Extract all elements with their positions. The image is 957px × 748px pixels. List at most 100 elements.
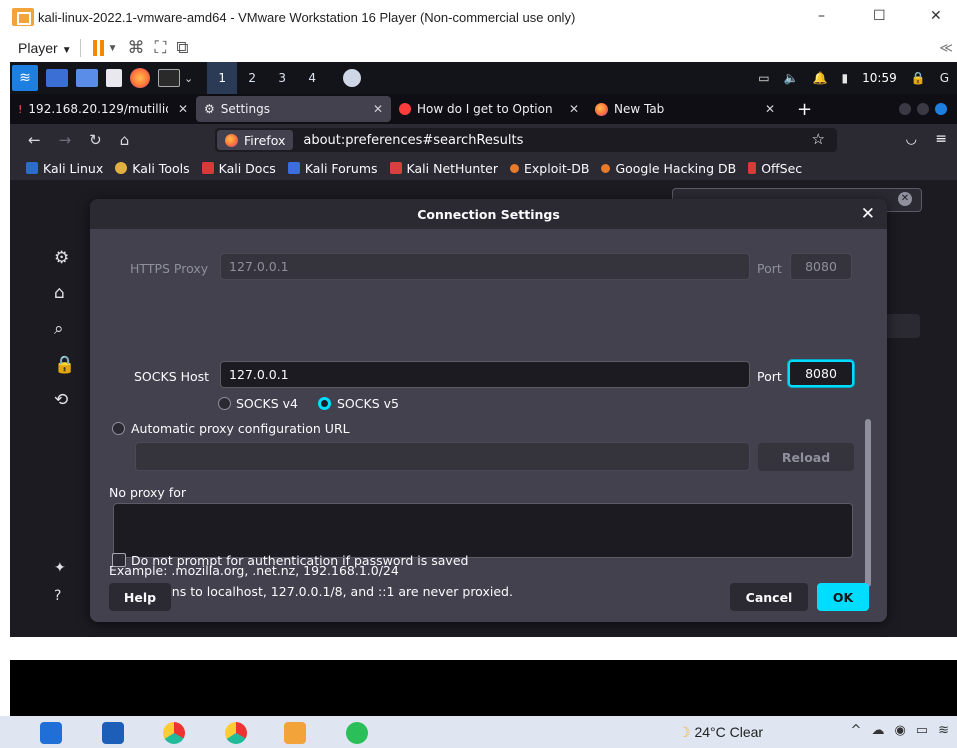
chrome-icon[interactable] xyxy=(163,722,185,744)
socks-v4-label: SOCKS v4 xyxy=(236,396,298,411)
send-ctrl-alt-del-icon[interactable]: ⌘ xyxy=(128,38,145,58)
reload-button[interactable]: Reload xyxy=(758,443,854,471)
identity-box[interactable]: Firefox xyxy=(217,130,294,150)
chevron-down-icon[interactable]: ⌄ xyxy=(184,72,193,85)
dialog-title: Connection Settings xyxy=(417,207,560,222)
url-text[interactable]: about:preferences#searchResults xyxy=(303,133,523,148)
display-icon[interactable]: ▭ xyxy=(758,71,769,85)
close-icon[interactable]: ✕ xyxy=(561,102,579,116)
clear-search-icon[interactable]: ✕ xyxy=(898,192,912,206)
battery-icon[interactable]: ▮ xyxy=(842,71,849,85)
bookmark-kali-linux[interactable]: Kali Linux xyxy=(26,161,103,176)
tab-how-do-i[interactable]: How do I get to Option ✕ xyxy=(391,94,587,124)
ghdb-icon xyxy=(601,163,611,173)
pause-icon[interactable] xyxy=(92,40,104,56)
volume-icon[interactable]: 🔈 xyxy=(784,71,799,85)
vmware-window-title: kali-linux-2022.1-vmware-amd64 - VMware … xyxy=(38,9,576,25)
files-app-icon[interactable] xyxy=(46,69,68,87)
lock-icon[interactable]: 🔒 xyxy=(911,71,926,85)
close-icon[interactable]: ✕ xyxy=(757,102,775,116)
app-tray-icon[interactable]: ◉ xyxy=(894,723,905,738)
tab-mutillidae[interactable]: ! 192.168.20.129/mutillid ✕ xyxy=(10,94,196,124)
onedrive-icon[interactable]: ☁ xyxy=(871,723,884,738)
text-editor-icon[interactable] xyxy=(106,69,122,87)
minimize-button[interactable]: – xyxy=(818,8,825,24)
extensions-icon[interactable]: ✦ xyxy=(54,560,66,576)
lock-icon[interactable]: 🔒 xyxy=(54,355,75,375)
battery-icon[interactable]: ▭ xyxy=(916,723,928,738)
power-icon[interactable]: G xyxy=(940,71,949,85)
bookmark-google-hacking-db[interactable]: Google Hacking DB xyxy=(601,161,736,176)
close-icon[interactable]: ✕ xyxy=(170,102,188,116)
workspace-3[interactable]: 3 xyxy=(267,62,297,94)
forums-icon xyxy=(287,162,300,174)
https-port-input[interactable]: 8080 xyxy=(790,253,852,280)
auto-proxy-radio[interactable] xyxy=(112,422,125,435)
panel-tray: ▭ 🔈 🔔 ▮ 10:59 🔒 G xyxy=(758,62,949,94)
unity-icon[interactable]: ⧉ xyxy=(176,38,188,58)
close-icon[interactable]: ✕ xyxy=(861,204,875,224)
hamburger-menu-icon[interactable]: ≡ xyxy=(935,131,947,147)
weather-widget[interactable]: ☽ 24°C Clear xyxy=(678,724,763,741)
url-bar[interactable]: Firefox about:preferences#searchResults … xyxy=(215,128,837,152)
tools-icon xyxy=(115,162,128,174)
help-circle-icon[interactable]: ? xyxy=(54,588,61,604)
firefox-app-icon[interactable] xyxy=(130,68,150,88)
back-icon[interactable]: ← xyxy=(28,131,41,149)
bookmark-kali-forums[interactable]: Kali Forums xyxy=(287,161,378,176)
pause-dropdown-icon[interactable]: ▼ xyxy=(108,43,118,54)
folder-app-icon[interactable] xyxy=(76,69,98,87)
socks-host-input[interactable]: 127.0.0.1 xyxy=(220,361,750,388)
tab-settings[interactable]: ⚙ Settings ✕ xyxy=(196,96,391,122)
new-tab-button[interactable]: + xyxy=(797,99,812,120)
bookmark-exploit-db[interactable]: Exploit-DB xyxy=(510,161,589,176)
minimize-icon[interactable] xyxy=(899,103,911,115)
maximize-icon[interactable] xyxy=(917,103,929,115)
maximize-button[interactable]: ☐ xyxy=(873,8,886,24)
close-icon[interactable] xyxy=(935,103,947,115)
start-icon[interactable] xyxy=(40,722,62,744)
burp-app-icon[interactable] xyxy=(343,69,362,87)
vmware-taskbar-icon[interactable] xyxy=(284,722,306,744)
panel-clock[interactable]: 10:59 xyxy=(862,71,897,85)
notification-bell-icon[interactable]: 🔔 xyxy=(813,71,828,85)
no-proxy-textarea[interactable] xyxy=(113,503,853,558)
gear-icon[interactable]: ⚙ xyxy=(54,248,69,268)
bookmark-kali-nethunter[interactable]: Kali NetHunter xyxy=(389,161,498,176)
collapse-toolbar-icon[interactable]: ≪ xyxy=(939,40,953,56)
dialog-scrollbar[interactable] xyxy=(865,419,871,587)
whatsapp-icon[interactable] xyxy=(346,722,368,744)
player-menu[interactable]: Player ▼ xyxy=(18,40,72,56)
terminal-app-icon[interactable] xyxy=(158,69,180,87)
close-icon[interactable]: ✕ xyxy=(365,102,383,116)
reload-icon[interactable]: ↻ xyxy=(89,131,102,149)
tab-new-tab[interactable]: New Tab ✕ xyxy=(587,94,783,124)
https-proxy-input[interactable]: 127.0.0.1 xyxy=(220,253,750,280)
pocket-icon[interactable]: ◡ xyxy=(906,132,917,147)
firefox-icon xyxy=(225,133,238,147)
workspace-4[interactable]: 4 xyxy=(297,62,327,94)
mail-icon[interactable] xyxy=(102,722,124,744)
home-icon[interactable]: ⌂ xyxy=(54,283,65,303)
kali-icon xyxy=(26,162,38,174)
socks-v5-radio[interactable] xyxy=(318,397,331,410)
home-icon[interactable]: ⌂ xyxy=(120,131,130,149)
chrome-profile-icon[interactable] xyxy=(225,722,247,744)
workspace-1[interactable]: 1 xyxy=(207,62,238,94)
socks-port-input[interactable]: 8080 xyxy=(787,359,855,388)
tray-overflow-icon[interactable]: ^ xyxy=(851,723,862,738)
bookmark-offsec[interactable]: OffSec xyxy=(748,161,802,176)
search-icon[interactable]: ⌕ xyxy=(54,319,64,339)
sync-icon[interactable]: ⟲ xyxy=(54,390,68,410)
workspace-2[interactable]: 2 xyxy=(237,62,267,94)
auto-proxy-url-input[interactable] xyxy=(135,442,750,471)
bookmark-star-icon[interactable]: ☆ xyxy=(812,130,825,148)
kali-menu-icon[interactable]: ≋ xyxy=(12,65,38,91)
bookmark-kali-tools[interactable]: Kali Tools xyxy=(115,161,190,176)
close-window-button[interactable]: ✕ xyxy=(930,8,942,24)
socks-v4-radio[interactable] xyxy=(218,397,231,410)
forward-icon[interactable]: → xyxy=(59,131,72,149)
bookmark-kali-docs[interactable]: Kali Docs xyxy=(201,161,276,176)
fullscreen-icon[interactable]: ⛶ xyxy=(155,38,167,58)
wifi-icon[interactable]: ≋ xyxy=(938,723,949,738)
